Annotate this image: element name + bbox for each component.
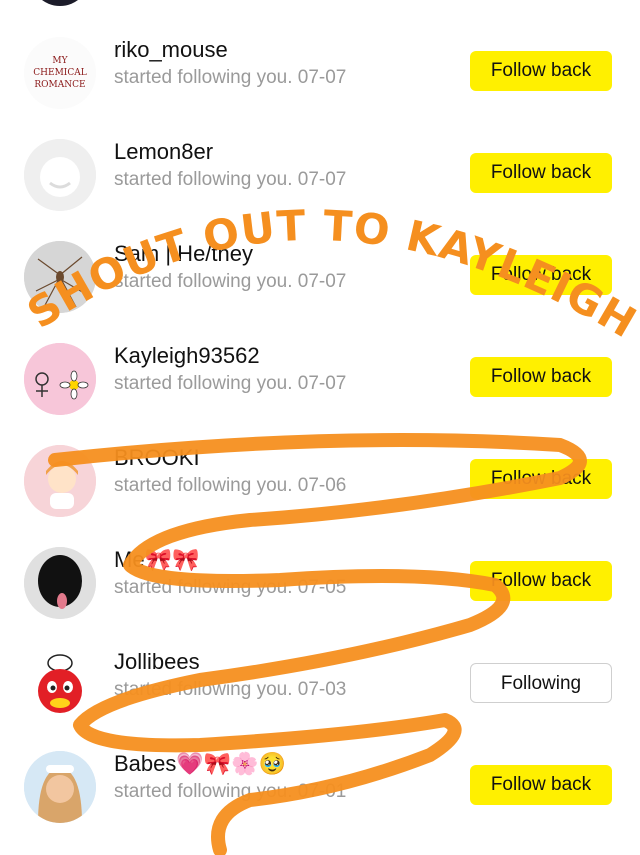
anime-girl-avatar [24,445,96,517]
spider-photo-avatar [24,241,96,313]
list-item: Babes💗🎀🌸🥹 started following you. 07-01 F… [0,751,640,853]
list-item: MY CHEMICAL ROMANCE riko_mouse started f… [0,37,640,139]
username[interactable]: Babes💗🎀🌸🥹 [114,751,286,777]
list-item: BROOKI started following you. 07-06 Foll… [0,445,640,547]
avatar[interactable]: MY CHEMICAL ROMANCE [24,37,96,109]
username[interactable]: Sam | He/they [114,241,253,267]
activity-text: started following you. 07-01 [114,781,347,802]
list-item: Jollibees started following you. 07-03 F… [0,649,640,751]
follow-back-button[interactable]: Follow back [470,255,612,295]
activity-text: started following you. 07-07 [114,373,347,394]
follow-back-button[interactable]: Follow back [470,765,612,805]
avatar[interactable] [24,343,96,415]
activity-text: started following you. 07-07 [114,67,347,88]
my-chemical-romance-logo-avatar: MY CHEMICAL ROMANCE [24,37,96,109]
avatar[interactable] [30,0,90,6]
activity-text: started following you. 07-06 [114,475,347,496]
jollibee-mascot-avatar [24,649,96,721]
avatar[interactable] [24,547,96,619]
list-item: Me🎀🎀 started following you. 07-05 Follow… [0,547,640,649]
follow-back-button[interactable]: Follow back [470,357,612,397]
username[interactable]: Jollibees [114,649,200,675]
username[interactable]: Lemon8er [114,139,213,165]
username[interactable]: BROOKI [114,445,200,471]
list-item: Sam | He/they started following you. 07-… [0,241,640,343]
activity-text: started following you. 07-07 [114,169,347,190]
activity-text: started following you. 07-03 [114,679,347,700]
notifications-list: MY CHEMICAL ROMANCE riko_mouse started f… [0,0,640,855]
flower-cartoon-avatar [24,343,96,415]
avatar[interactable] [24,649,96,721]
default-face-avatar [24,139,96,211]
follow-back-button[interactable]: Follow back [470,153,612,193]
follow-back-button[interactable]: Follow back [470,561,612,601]
username[interactable]: Kayleigh93562 [114,343,260,369]
avatar[interactable] [24,241,96,313]
username[interactable]: riko_mouse [114,37,228,63]
avatar[interactable] [24,445,96,517]
activity-text: started following you. 07-07 [114,271,347,292]
cartoon-girl-avatar [24,751,96,823]
following-button[interactable]: Following [470,663,612,703]
svg-text:MY: MY [52,56,68,66]
avatar[interactable] [24,751,96,823]
avatar[interactable] [24,139,96,211]
list-item: Kayleigh93562 started following you. 07-… [0,343,640,445]
follow-back-button[interactable]: Follow back [470,459,612,499]
black-dog-avatar [24,547,96,619]
username[interactable]: Me🎀🎀 [114,547,199,573]
svg-text:ROMANCE: ROMANCE [34,80,85,90]
svg-text:CHEMICAL: CHEMICAL [33,68,86,78]
list-item: Lemon8er started following you. 07-07 Fo… [0,139,640,241]
activity-text: started following you. 07-05 [114,577,347,598]
follow-back-button[interactable]: Follow back [470,51,612,91]
